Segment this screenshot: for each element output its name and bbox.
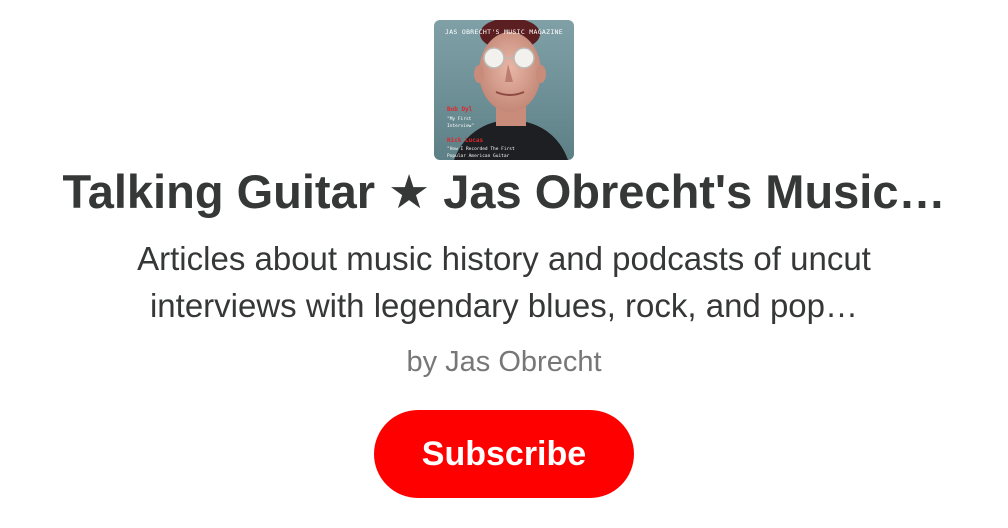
subscribe-button[interactable]: Subscribe: [374, 410, 634, 498]
cover-subtext: "How I Recorded The First: [447, 147, 515, 152]
cover-headline: Nick Lucas: [447, 137, 484, 144]
publication-description: Articles about music history and podcast…: [60, 235, 948, 329]
description-line: interviews with legendary blues, rock, a…: [149, 287, 859, 324]
publication-title[interactable]: Talking Guitar ★ Jas Obrecht's Music…: [0, 164, 1008, 220]
cover-masthead: JAS OBRECHT'S MUSIC MAGAZINE: [445, 28, 563, 36]
publication-card: JAS OBRECHT'S MUSIC MAGAZINE Bob Dyl "My…: [0, 0, 1008, 528]
cover-subtext: Popular American Guitar: [447, 154, 510, 159]
author-byline[interactable]: by Jas Obrecht: [0, 342, 1008, 382]
publication-cover-image[interactable]: JAS OBRECHT'S MUSIC MAGAZINE Bob Dyl "My…: [434, 20, 574, 160]
description-line: Articles about music history and podcast…: [137, 240, 871, 277]
cover-subtext: Interview": [447, 124, 475, 129]
cover-headline: Bob Dyl: [447, 106, 473, 113]
cover-subtext: "My First: [447, 117, 472, 122]
